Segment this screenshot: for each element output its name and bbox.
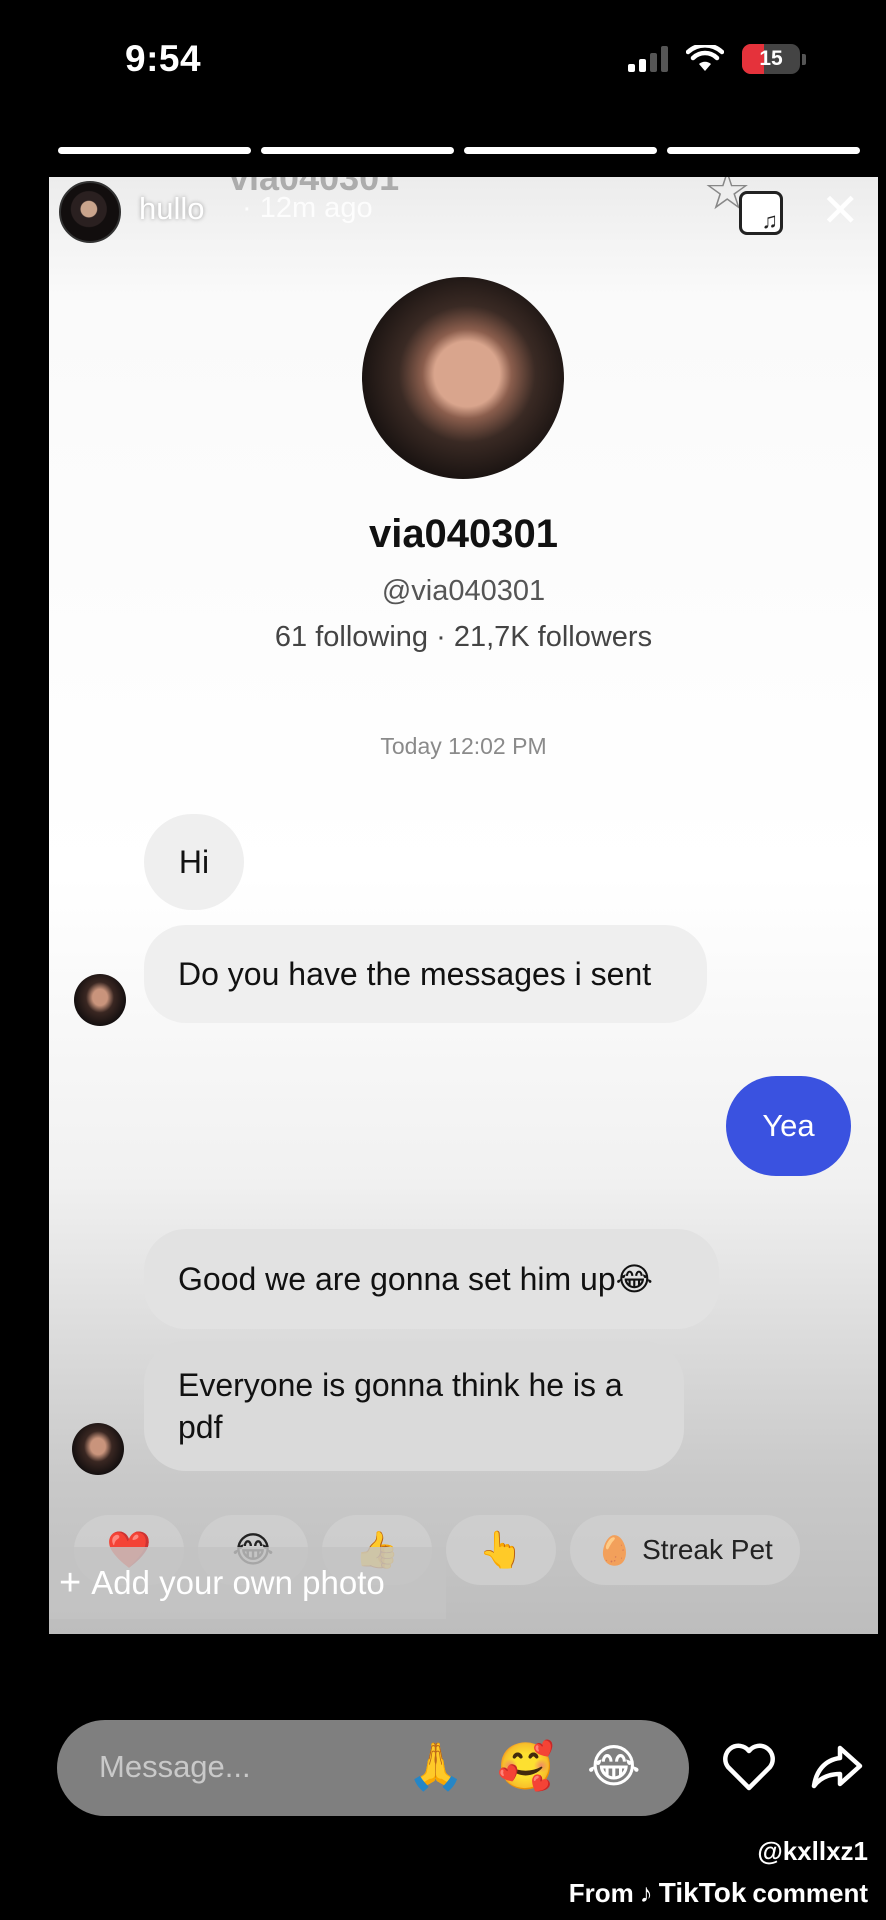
streak-pet-label: Streak Pet	[642, 1534, 773, 1565]
story-progress-segment	[667, 147, 860, 154]
story-author-avatar[interactable]	[59, 181, 121, 243]
message-input[interactable]: Message... 🙏 🥰 😂	[57, 1720, 689, 1816]
story-progress-segment	[261, 147, 454, 154]
sender-avatar	[72, 1423, 124, 1475]
tiktok-logo-icon: ♪	[639, 1877, 653, 1908]
message-bubble: Do you have the messages i sent	[144, 925, 707, 1023]
status-indicators: 15	[628, 44, 806, 74]
message-bubble: Everyone is gonna think he is a pdf	[144, 1341, 684, 1471]
wifi-icon	[686, 45, 724, 71]
profile-handle: @via040301	[381, 575, 546, 607]
close-icon[interactable]: ✕	[821, 187, 860, 233]
story-progress	[58, 147, 860, 154]
battery-level: 15	[759, 47, 783, 70]
story-header: hullo · 12m ago ✕	[49, 177, 878, 277]
share-icon[interactable]	[810, 1742, 864, 1792]
music-sticker-icon[interactable]	[739, 191, 783, 235]
sender-avatar	[74, 974, 126, 1026]
watermark-source: From ♪ TikTok comment	[569, 1877, 868, 1909]
emoji-laughing-button[interactable]: 😂	[587, 1739, 641, 1793]
profile-name: via040301	[368, 512, 559, 556]
message-bubble: Hi	[144, 814, 244, 910]
chat-date: Today 12:02 PM	[380, 733, 547, 759]
add-photo-label: Add your own photo	[91, 1564, 385, 1601]
egg-icon: 🥚	[597, 1534, 633, 1566]
battery-icon: 15	[742, 44, 800, 74]
message-placeholder: Message...	[99, 1749, 251, 1784]
message-bubble: Good we are gonna set him up😂	[144, 1229, 719, 1329]
status-time: 9:54	[125, 38, 202, 79]
heart-icon[interactable]	[722, 1742, 776, 1792]
streak-pet-chip: 🥚 Streak Pet	[570, 1515, 800, 1585]
story-content[interactable]: via040301 ☆ hullo · 12m ago ✕ via040301 …	[49, 177, 878, 1634]
emoji-smiling-hearts-button[interactable]: 🥰	[497, 1739, 554, 1794]
plus-icon: +	[59, 1561, 82, 1604]
watermark-suffix: comment	[752, 1877, 868, 1908]
watermark-from-label: From	[568, 1877, 634, 1908]
story-progress-segment	[464, 147, 657, 154]
watermark-brand: TikTok	[658, 1877, 747, 1908]
add-your-own-photo-button[interactable]: + Add your own photo	[49, 1547, 446, 1619]
story-time-ago: · 12m ago	[242, 192, 373, 224]
watermark-username: @kxllxz1	[757, 1836, 868, 1866]
profile-stats: 61 following · 21,7K followers	[274, 621, 653, 653]
story-author-name[interactable]: hullo	[139, 191, 205, 227]
story-progress-segment	[58, 147, 251, 154]
cellular-signal-icon	[628, 46, 668, 72]
reaction-point-up: 👆	[446, 1515, 556, 1585]
emoji-pray-button[interactable]: 🙏	[407, 1739, 464, 1794]
profile-photo	[362, 277, 564, 479]
sent-message-bubble: Yea	[726, 1076, 851, 1176]
